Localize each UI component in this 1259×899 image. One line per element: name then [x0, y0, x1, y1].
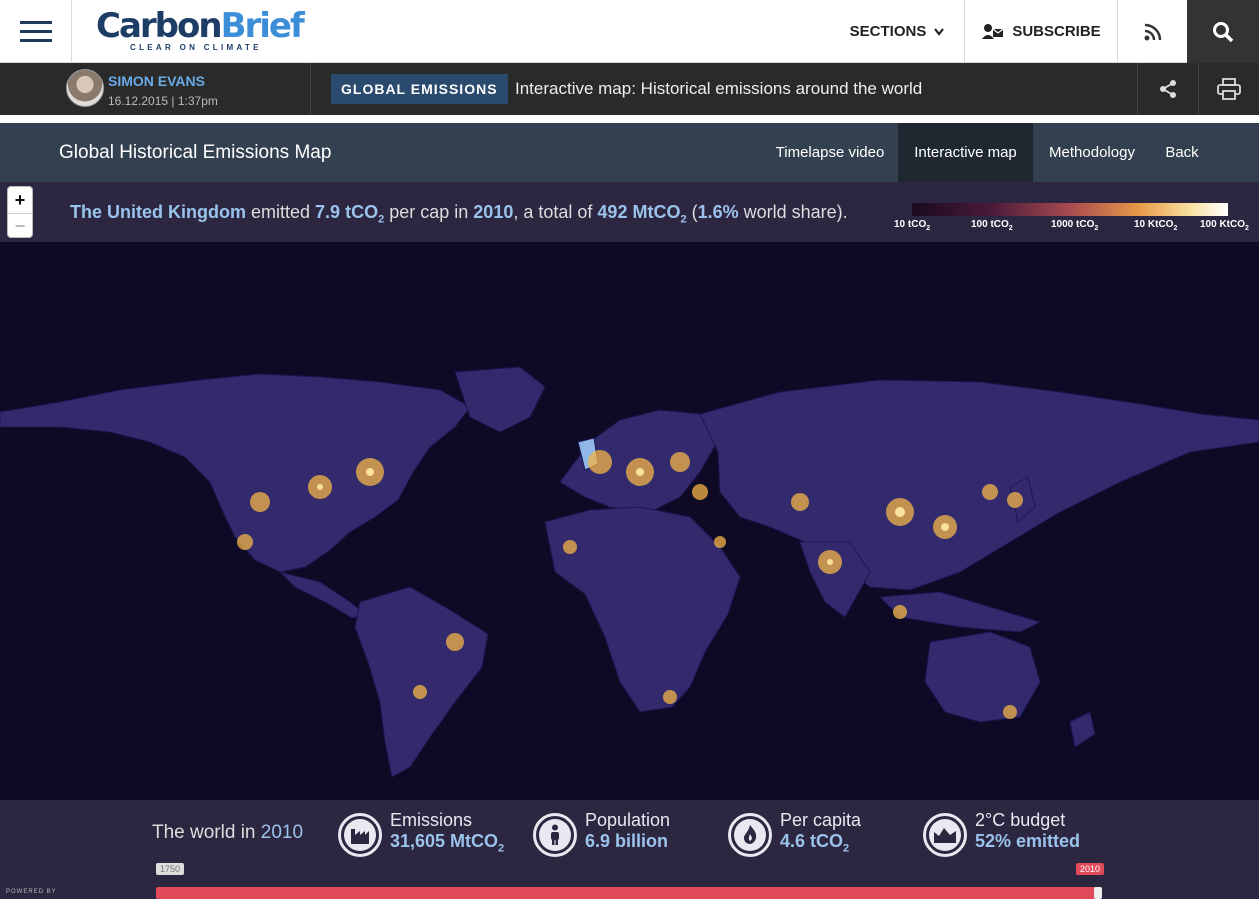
site-header: CarbonBrief CLEAR ON CLIMATE SECTIONS SU…	[0, 0, 1259, 63]
legend-label: 100 tCO2	[971, 219, 1013, 232]
tab-interactive-map[interactable]: Interactive map	[898, 123, 1033, 182]
tab-timelapse-video[interactable]: Timelapse video	[762, 123, 898, 182]
emitted-text: emitted	[251, 202, 311, 222]
australia	[924, 631, 1041, 723]
stat-label: Emissions	[390, 810, 473, 830]
emissions-map[interactable]	[0, 242, 1259, 800]
timeline-current-year: 2010	[1076, 863, 1105, 875]
menu-button[interactable]	[0, 0, 72, 63]
rss-button[interactable]	[1118, 0, 1187, 63]
legend-label: 10 KtCO2	[1134, 219, 1178, 232]
search-button[interactable]	[1187, 0, 1259, 63]
tab-back[interactable]: Back	[1151, 123, 1213, 182]
timeline-start-year: 1750	[156, 863, 185, 875]
article-title: Interactive map: Historical emissions ar…	[515, 79, 923, 98]
subscribe-label: SUBSCRIBE	[1012, 23, 1101, 40]
greenland	[454, 366, 546, 433]
info-bar: + − The United Kingdom emitted 7.9 tCO2 …	[0, 182, 1259, 242]
search-icon	[1213, 21, 1234, 42]
article-bar: SIMON EVANS 16.12.2015 | 1:37pm GLOBAL E…	[0, 63, 1259, 115]
subscribe-button[interactable]: SUBSCRIBE	[966, 0, 1118, 63]
africa	[544, 506, 741, 713]
factory-icon	[338, 812, 382, 857]
tab-methodology[interactable]: Methodology	[1033, 123, 1151, 182]
year-slider-track[interactable]	[156, 887, 1101, 899]
new-zealand	[1069, 711, 1096, 748]
logo-carbon: Carbon	[96, 6, 223, 46]
author-name[interactable]: SIMON EVANS	[108, 73, 205, 89]
author-block: SIMON EVANS 16.12.2015 | 1:37pm	[0, 63, 311, 115]
central-america	[278, 571, 367, 619]
legend-label: 10 tCO2	[894, 219, 931, 232]
subscribe-icon	[982, 23, 1004, 39]
article-date: 16.12.2015 | 1:37pm	[108, 94, 218, 108]
stat-value: 4.6 tCO2	[780, 831, 850, 855]
world-share-text: world share).	[743, 202, 848, 222]
total-text: , a total of	[513, 202, 593, 222]
total-value: 492 MtCO2	[597, 202, 687, 226]
country-summary: The United Kingdom emitted 7.9 tCO2 per …	[70, 202, 848, 226]
share-button[interactable]	[1137, 63, 1197, 115]
per-capita-text: per cap in	[389, 202, 469, 222]
stat-label: 2°C budget	[975, 810, 1066, 830]
zoom-out-button[interactable]: −	[8, 213, 32, 239]
stat-per-capita: Per capita 4.6 tCO2	[728, 810, 861, 860]
info-year: 2010	[473, 202, 514, 222]
stat-budget: 2°C budget 52% emitted	[923, 810, 1080, 860]
stat-value: 52% emitted	[975, 831, 1081, 851]
country-name: The United Kingdom	[70, 202, 246, 222]
menu-icon	[19, 20, 52, 43]
stat-emissions: Emissions 31,605 MtCO2	[338, 810, 504, 860]
spacer	[0, 115, 1259, 123]
stat-label: Population	[585, 810, 671, 830]
logo-brief: Brief	[220, 6, 305, 46]
asia	[699, 379, 1259, 591]
year-slider-handle[interactable]	[1094, 887, 1102, 899]
site-logo[interactable]: CarbonBrief CLEAR ON CLIMATE	[96, 6, 305, 52]
print-button[interactable]	[1198, 63, 1259, 115]
budget-icon	[923, 812, 967, 857]
sections-label: SECTIONS	[849, 23, 927, 40]
south-america	[354, 586, 489, 778]
stat-label: Per capita	[780, 810, 862, 830]
chevron-down-icon	[934, 27, 945, 36]
stat-population: Population 6.9 billion	[533, 810, 670, 860]
color-legend-bar	[912, 203, 1228, 216]
world-share-value: 1.6%	[697, 202, 739, 222]
stat-value: 6.9 billion	[585, 831, 669, 851]
powered-by-label: POWERED BY	[6, 889, 57, 895]
north-america	[0, 373, 471, 573]
share-icon	[1159, 80, 1176, 98]
map-navigation: Global Historical Emissions Map Timelaps…	[0, 123, 1259, 182]
avatar[interactable]	[66, 69, 104, 107]
sections-button[interactable]: SECTIONS	[830, 0, 965, 63]
zoom-control: + −	[7, 186, 33, 238]
world-map-svg[interactable]	[0, 242, 1259, 800]
print-icon	[1217, 78, 1241, 100]
legend-label: 100 KtCO2	[1200, 219, 1249, 232]
rss-icon	[1144, 23, 1161, 40]
flame-icon	[728, 812, 772, 857]
zoom-in-button[interactable]: +	[8, 187, 32, 213]
stat-value: 31,605 MtCO2	[390, 831, 505, 855]
map-title: Global Historical Emissions Map	[59, 142, 332, 163]
person-icon	[533, 812, 577, 857]
world-stats-bar: The world in 2010 Emissions 31,605 MtCO2…	[0, 800, 1259, 899]
per-capita-value: 7.9 tCO2	[315, 202, 385, 226]
world-year-label: The world in 2010	[152, 822, 304, 843]
world-year: 2010	[260, 822, 304, 843]
category-badge[interactable]: GLOBAL EMISSIONS	[331, 74, 508, 104]
legend-label: 1000 tCO2	[1051, 219, 1099, 232]
